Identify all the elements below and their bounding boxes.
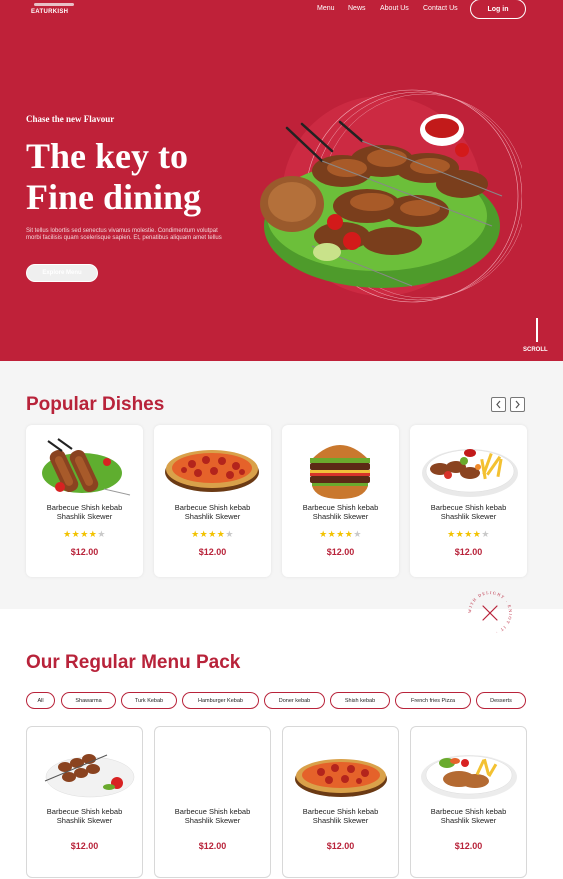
dish-name: Barbecue Shish kebab Shashlik Skewer <box>46 807 123 825</box>
dish-price: $12.00 <box>326 841 355 851</box>
hero-section: EATURKISH Menu News About Us Contact Us … <box>0 0 563 361</box>
delight-stamp: WITH DELIGHT · ENJOY IT · <box>467 590 512 635</box>
rating-stars: ★★★★★ <box>63 529 106 539</box>
dish-name: Barbecue Shish kebab Shashlik Skewer <box>174 503 251 521</box>
explore-menu-button[interactable]: Explore Menu <box>26 264 98 282</box>
dish-name: Barbecue Shish kebab Shashlik Skewer <box>302 503 379 521</box>
hero-food-image <box>260 89 522 303</box>
popular-dishes-title: Popular Dishes <box>26 394 165 415</box>
dish-image-pepperoni-pizza <box>165 450 259 492</box>
menu-image-pepperoni-pizza <box>295 759 387 797</box>
dish-name: Barbecue Shish kebab Shashlik Skewer <box>46 503 123 521</box>
filter-desserts[interactable]: Desserts <box>476 692 526 709</box>
filter-all[interactable]: All <box>26 692 55 709</box>
dish-name: Barbecue Shish kebab Shashlik Skewer <box>174 807 251 825</box>
hero-description: Sit tellus lobortis sed senectus vivamus… <box>26 228 222 241</box>
dish-price: $12.00 <box>454 841 483 851</box>
login-button[interactable]: Log in <box>470 0 526 19</box>
crossed-utensils-icon <box>482 605 498 621</box>
carousel-next-button[interactable] <box>510 397 525 412</box>
nav-contact-us[interactable]: Contact Us <box>423 5 458 12</box>
filter-doner-kebab[interactable]: Doner kebab <box>264 692 325 709</box>
dish-price: $12.00 <box>198 547 227 557</box>
dish-name: Barbecue Shish kebab Shashlik Skewer <box>430 807 507 825</box>
dish-image-kebab-skewers <box>42 438 131 496</box>
dish-image-burger <box>310 445 370 499</box>
chevron-right-icon <box>515 400 520 409</box>
hero-headline: The key to Fine dining <box>26 136 202 217</box>
rating-stars: ★★★★★ <box>319 529 362 539</box>
logo-mark <box>34 3 74 6</box>
dish-price: $12.00 <box>70 841 99 851</box>
hero-kicker: Chase the new Flavour <box>26 114 115 124</box>
dish-price: $12.00 <box>70 547 99 557</box>
dish-card[interactable]: Barbecue Shish kebab Shashlik Skewer ★★★… <box>154 425 271 577</box>
dish-card[interactable]: Barbecue Shish kebab Shashlik Skewer ★★★… <box>410 425 527 577</box>
menu-pack-title: Our Regular Menu Pack <box>26 652 241 673</box>
dish-card[interactable]: Barbecue Shish kebab Shashlik Skewer ★★★… <box>26 425 143 577</box>
rating-stars: ★★★★★ <box>191 529 234 539</box>
rating-stars: ★★★★★ <box>447 529 490 539</box>
logo[interactable]: EATURKISH <box>30 0 80 18</box>
menu-card[interactable]: Barbecue Shish kebab Shashlik Skewer $12… <box>154 726 271 878</box>
nav-news[interactable]: News <box>348 5 366 12</box>
menu-card[interactable]: Barbecue Shish kebab Shashlik Skewer $12… <box>282 726 399 878</box>
scroll-indicator-line <box>536 318 538 342</box>
dish-name: Barbecue Shish kebab Shashlik Skewer <box>302 807 379 825</box>
dish-price: $12.00 <box>454 547 483 557</box>
menu-image-kebab-skewers-plate <box>44 754 135 798</box>
dish-image-kebab-platter <box>422 449 518 497</box>
dish-price: $12.00 <box>198 841 227 851</box>
dish-name: Barbecue Shish kebab Shashlik Skewer <box>430 503 507 521</box>
filter-turk-kebab[interactable]: Turk Kebab <box>121 692 177 709</box>
filter-french-fries-pizza[interactable]: French fries Pizza <box>395 692 471 709</box>
filter-hamburger-kebab[interactable]: Hamburger Kebab <box>182 692 259 709</box>
chevron-left-icon <box>496 400 501 409</box>
filter-shawarma[interactable]: Shawarma <box>61 692 116 709</box>
menu-card[interactable]: Barbecue Shish kebab Shashlik Skewer $12… <box>410 726 527 878</box>
dish-price: $12.00 <box>326 547 355 557</box>
scroll-label[interactable]: SCROLL <box>523 347 548 353</box>
logo-text: EATURKISH <box>31 9 69 15</box>
filter-shish-kebab[interactable]: Shish kebab <box>330 692 390 709</box>
nav-menu[interactable]: Menu <box>317 5 335 12</box>
dish-card[interactable]: Barbecue Shish kebab Shashlik Skewer ★★★… <box>282 425 399 577</box>
carousel-prev-button[interactable] <box>491 397 506 412</box>
nav-about-us[interactable]: About Us <box>380 5 409 12</box>
menu-card[interactable]: Barbecue Shish kebab Shashlik Skewer $12… <box>26 726 143 878</box>
menu-image-doner-plate <box>421 755 517 799</box>
